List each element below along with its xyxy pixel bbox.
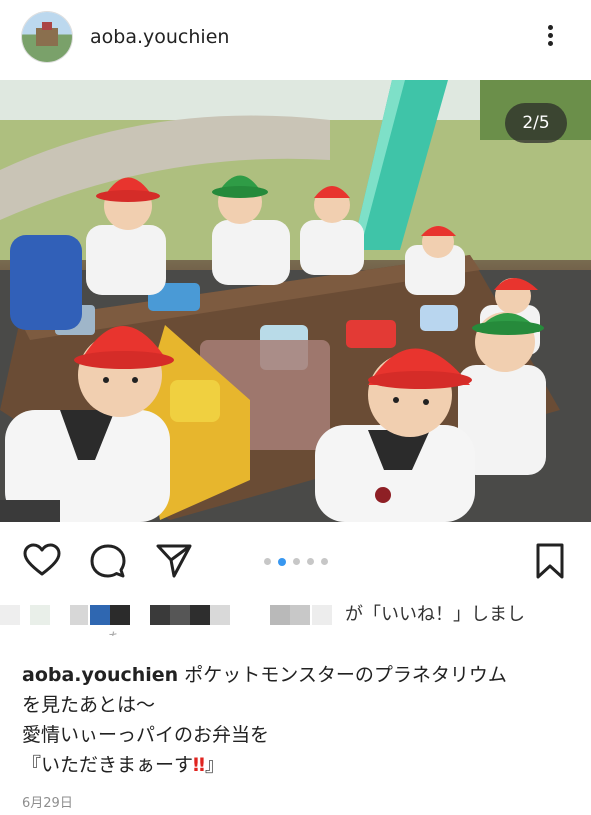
carousel-dot-active[interactable] [278,557,286,566]
caption-text: を見たあとは～ [22,694,156,716]
likes-text[interactable]: が「いいね！」しまし [345,600,525,626]
post-header: aoba.youchien [0,0,591,78]
blur-block [290,605,310,625]
blur-block [210,605,230,625]
carousel-dots [264,551,335,566]
blur-block [270,605,290,625]
heart-icon[interactable] [22,541,62,581]
blur-block [312,605,332,625]
share-icon[interactable] [154,541,194,581]
avatar-roof [42,22,52,30]
post-username[interactable]: aoba.youchien [90,26,229,48]
post-photo[interactable] [0,80,591,522]
more-icon[interactable] [538,22,562,52]
carousel-dot[interactable] [307,558,314,565]
likes-text-cutoff: た [108,628,128,636]
post-date: 6月29日 [22,796,73,811]
blur-block [30,605,50,625]
blur-block [70,605,88,625]
post-caption: aoba.youchien ポケットモンスターのプラネタリウム を見たあとは～ … [22,660,582,780]
caption-text: ポケットモンスターのプラネタリウム [178,664,507,686]
caption-text: 愛情いぃーっパイのお弁当を [22,724,270,746]
caption-text: 』 [204,754,224,776]
photo-scene [0,80,591,522]
image-counter: 2/5 [505,103,567,143]
carousel-dot[interactable] [264,558,271,565]
avatar[interactable] [22,12,72,62]
blur-block [110,605,130,625]
blur-block [190,605,210,625]
avatar-building [36,28,58,46]
blur-block [150,605,170,625]
caption-username[interactable]: aoba.youchien [22,664,178,686]
double-exclamation-icon: ‼ [193,754,205,776]
carousel-dot[interactable] [293,558,300,565]
carousel-dot[interactable] [321,558,328,565]
blur-block [90,605,110,625]
blur-block [170,605,190,625]
caption-text: 『いただきまぁーす [22,754,194,776]
bookmark-icon[interactable] [530,541,570,581]
blur-block [0,605,20,625]
comment-icon[interactable] [88,541,128,581]
